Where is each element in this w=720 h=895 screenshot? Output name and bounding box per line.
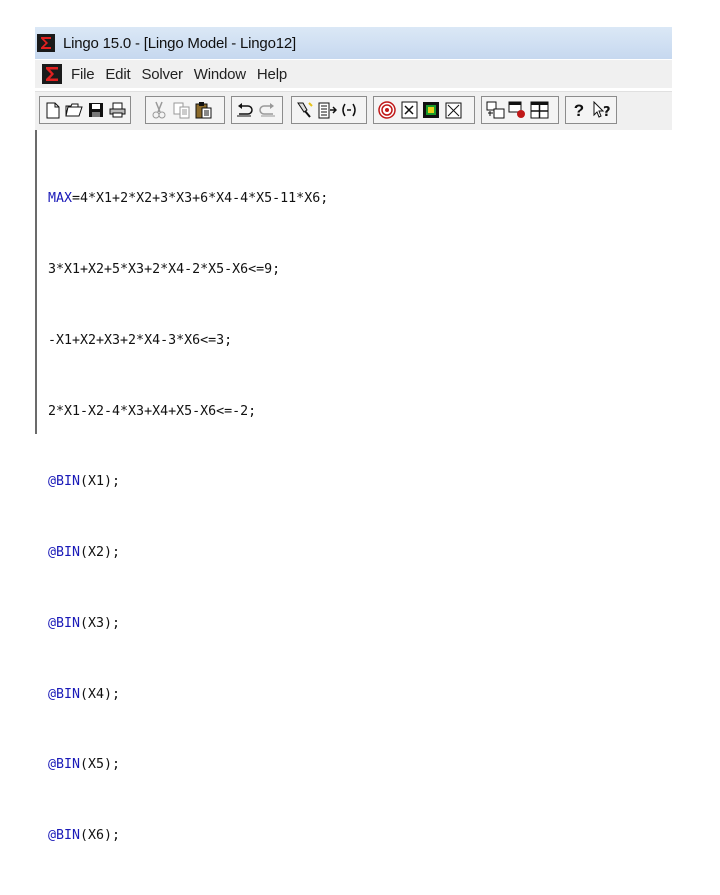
- open-folder-icon[interactable]: [65, 100, 85, 120]
- copy-icon[interactable]: [171, 100, 191, 120]
- help-toolbar-group: ? ?: [565, 96, 617, 124]
- match-parenthesis-icon[interactable]: [339, 100, 359, 120]
- svg-text:?: ?: [603, 105, 611, 119]
- code-line[interactable]: MAX=4*X1+2*X2+3*X3+6*X4-4*X5-11*X6;: [48, 187, 328, 211]
- find-icon[interactable]: [295, 100, 315, 120]
- code-text: 3*X1+X2+5*X3+2*X4-2*X5-X6<=9;: [48, 261, 281, 277]
- code-text: 2*X1-X2-4*X3+X4+X5-X6<=-2;: [48, 403, 257, 419]
- solver-toolbar-group: [373, 96, 475, 124]
- search-toolbar-group: [291, 96, 367, 124]
- window-list-icon[interactable]: [529, 100, 549, 120]
- code-text: (X2);: [80, 545, 121, 561]
- code-line[interactable]: @BIN(X1);: [48, 470, 328, 494]
- context-help-icon[interactable]: ?: [591, 100, 611, 120]
- code-text: =4*X1+2*X2+3*X3+6*X4-4*X5-11*X6;: [72, 191, 329, 207]
- code-line[interactable]: @BIN(X4);: [48, 683, 328, 707]
- code-keyword: @BIN: [48, 686, 81, 702]
- redo-icon[interactable]: [257, 100, 277, 120]
- code-line[interactable]: 2*X1-X2-4*X3+X4+X5-X6<=-2;: [48, 400, 328, 424]
- toolbar: ? ?: [35, 91, 672, 131]
- menu-window[interactable]: Window: [194, 66, 246, 83]
- document-icon[interactable]: [41, 63, 63, 85]
- cut-icon[interactable]: [149, 100, 169, 120]
- send-to-back-icon[interactable]: [507, 100, 527, 120]
- clipboard-toolbar-group: [145, 96, 225, 124]
- lingo-window: Lingo 15.0 - [Lingo Model - Lingo12] Fil…: [35, 27, 674, 843]
- code-keyword: @BIN: [48, 474, 81, 490]
- options-icon[interactable]: [421, 100, 441, 120]
- code-text: (X1);: [80, 474, 121, 490]
- menu-help[interactable]: Help: [257, 66, 287, 83]
- lingo-app-icon[interactable]: [37, 34, 55, 52]
- code-text: (X6);: [80, 828, 121, 844]
- solve-icon[interactable]: [377, 100, 397, 120]
- help-icon[interactable]: ?: [569, 100, 589, 120]
- tile-icon[interactable]: [485, 100, 505, 120]
- code-keyword: MAX: [48, 191, 73, 207]
- paste-icon[interactable]: [193, 100, 213, 120]
- code-text: (X4);: [80, 686, 121, 702]
- print-icon[interactable]: [108, 100, 128, 120]
- code-text: (X3);: [80, 615, 121, 631]
- new-file-icon[interactable]: [43, 100, 63, 120]
- code-line[interactable]: @BIN(X6);: [48, 824, 328, 848]
- code-line[interactable]: @BIN(X2);: [48, 541, 328, 565]
- code-line[interactable]: @BIN(X3);: [48, 612, 328, 636]
- menu-solver[interactable]: Solver: [141, 66, 183, 83]
- go-to-line-icon[interactable]: [317, 100, 337, 120]
- save-icon[interactable]: [86, 100, 106, 120]
- title-bar: Lingo 15.0 - [Lingo Model - Lingo12]: [35, 27, 672, 59]
- model-code[interactable]: MAX=4*X1+2*X2+3*X3+6*X4-4*X5-11*X6; 3*X1…: [48, 140, 328, 895]
- menu-file[interactable]: File: [71, 66, 95, 83]
- code-keyword: @BIN: [48, 757, 81, 773]
- history-toolbar-group: [231, 96, 283, 124]
- menu-edit[interactable]: Edit: [105, 66, 130, 83]
- code-line[interactable]: -X1+X2+X3+2*X4-3*X6<=3;: [48, 329, 328, 353]
- code-keyword: @BIN: [48, 545, 81, 561]
- code-text: -X1+X2+X3+2*X4-3*X6<=3;: [48, 332, 233, 348]
- code-keyword: @BIN: [48, 615, 81, 631]
- code-line[interactable]: 3*X1+X2+5*X3+2*X4-2*X5-X6<=9;: [48, 258, 328, 282]
- window-title: Lingo 15.0 - [Lingo Model - Lingo12]: [63, 34, 296, 52]
- file-toolbar-group: [39, 96, 131, 124]
- code-text: (X5);: [80, 757, 121, 773]
- code-line[interactable]: @BIN(X5);: [48, 753, 328, 777]
- menu-bar: File Edit Solver Window Help: [35, 60, 672, 88]
- code-keyword: @BIN: [48, 828, 81, 844]
- window-toolbar-group: [481, 96, 559, 124]
- close-all-icon[interactable]: [443, 100, 463, 120]
- undo-icon[interactable]: [235, 100, 255, 120]
- solution-icon[interactable]: [399, 100, 419, 120]
- model-editor[interactable]: MAX=4*X1+2*X2+3*X3+6*X4-4*X5-11*X6; 3*X1…: [35, 130, 674, 843]
